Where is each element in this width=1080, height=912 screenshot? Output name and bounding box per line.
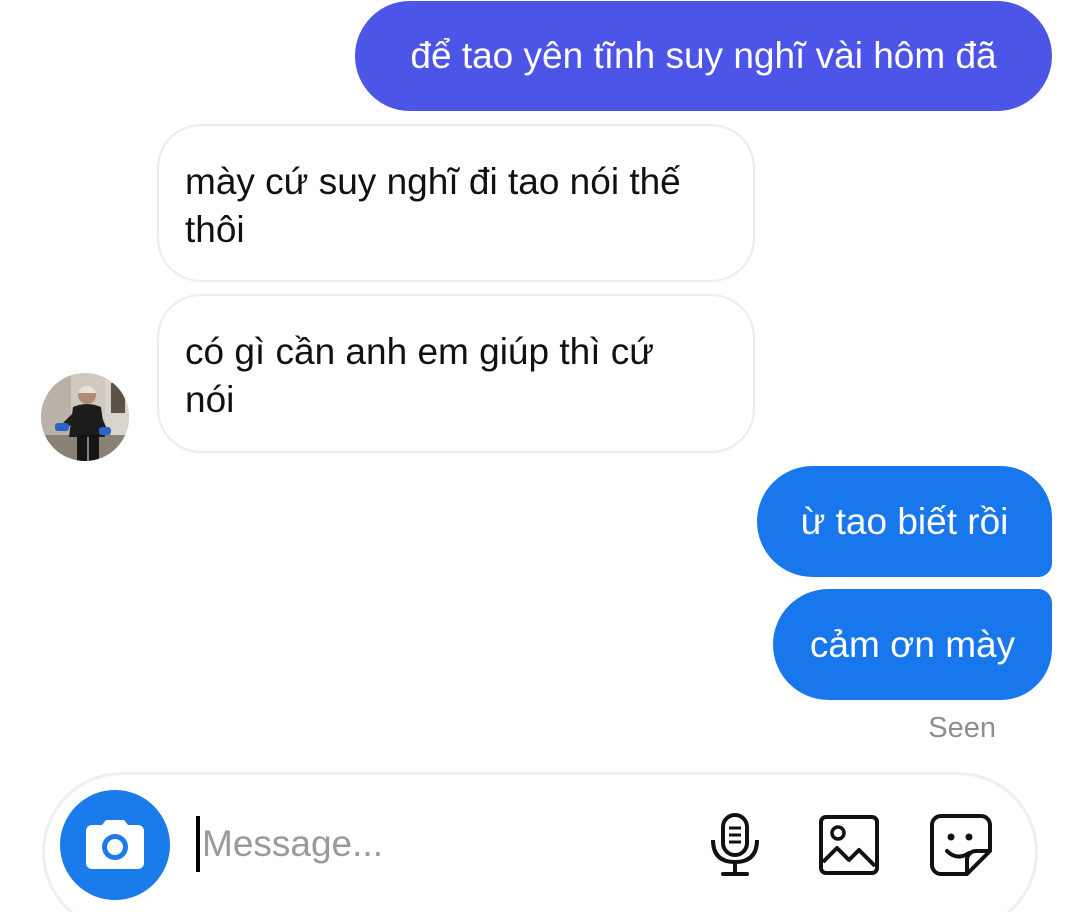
- chat-screen: để tao yên tĩnh suy nghĩ vài hôm đã mày …: [0, 0, 1080, 912]
- message-text-line: có gì cần anh em giúp thì cứ: [185, 331, 655, 372]
- message-text-line: mày cứ suy nghĩ đi tao nói thế: [185, 161, 681, 202]
- sticker-button[interactable]: [926, 810, 996, 880]
- message-outgoing[interactable]: để tao yên tĩnh suy nghĩ vài hôm đã: [355, 1, 1052, 111]
- camera-icon: [86, 820, 144, 869]
- avatar-photo: [41, 373, 129, 461]
- voice-message-button[interactable]: [700, 810, 770, 880]
- message-input[interactable]: [196, 814, 682, 874]
- message-outgoing[interactable]: cảm ơn mày: [773, 589, 1052, 700]
- message-text: ừ tao biết rồi: [800, 500, 1009, 542]
- microphone-icon: [711, 813, 759, 876]
- gallery-icon: [819, 815, 879, 875]
- message-incoming[interactable]: mày cứ suy nghĩ đi tao nói thế thôi: [157, 124, 755, 282]
- message-text: để tao yên tĩnh suy nghĩ vài hôm đã: [410, 35, 997, 76]
- gallery-button[interactable]: [814, 810, 884, 880]
- message-text-line: thôi: [185, 209, 245, 250]
- message-incoming[interactable]: có gì cần anh em giúp thì cứ nói: [157, 294, 755, 453]
- sticker-icon: [930, 814, 992, 876]
- message-text: cảm ơn mày: [809, 623, 1016, 665]
- avatar[interactable]: [41, 373, 129, 461]
- message-text-line: nói: [185, 379, 235, 420]
- seen-status: Seen: [928, 712, 996, 744]
- message-outgoing[interactable]: ừ tao biết rồi: [757, 466, 1052, 577]
- camera-button[interactable]: [60, 790, 170, 900]
- text-cursor: [196, 816, 200, 872]
